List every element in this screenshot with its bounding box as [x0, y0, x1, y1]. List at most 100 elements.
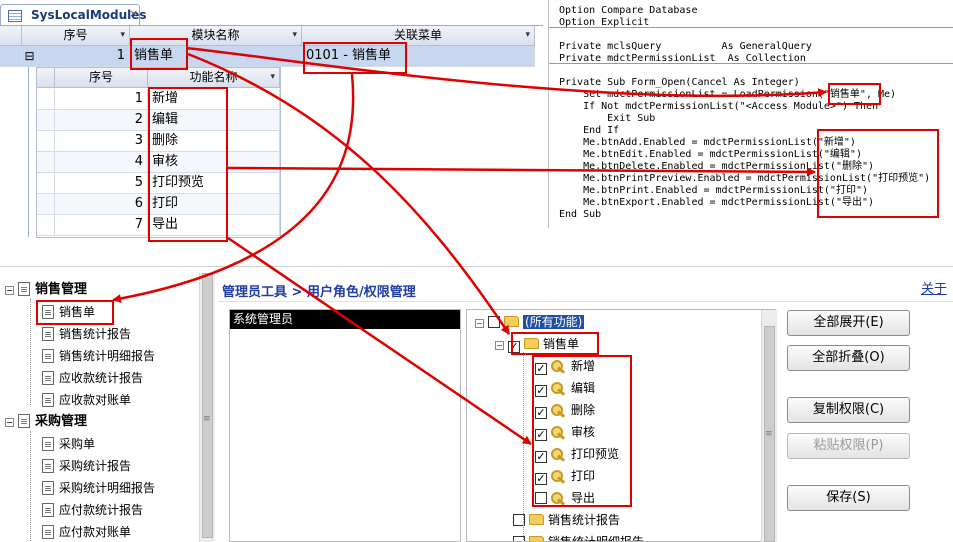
close-link[interactable]: 关于 — [921, 278, 947, 297]
sub-row-selector[interactable] — [37, 110, 55, 131]
nav-item[interactable]: 采购单 — [42, 434, 95, 454]
role-item-selected[interactable]: 系统管理员 — [230, 310, 460, 329]
chevron-down-icon[interactable]: ▾ — [292, 26, 297, 45]
nav-group[interactable]: − 销售管理 — [5, 280, 87, 300]
nav-item-label: 销售统计报告 — [59, 327, 132, 341]
code-line[interactable]: Private mclsQuery As GeneralQuery — [559, 41, 812, 53]
code-line[interactable]: Option Explicit — [559, 17, 649, 29]
code-line[interactable]: End If — [559, 125, 619, 137]
nav-item[interactable]: 应收款对账单 — [42, 390, 131, 410]
nav-item[interactable]: 采购统计报告 — [42, 456, 131, 476]
annotation-box-nav-item — [36, 300, 114, 325]
role-list[interactable]: 系统管理员 — [229, 309, 461, 542]
nav-group[interactable]: − 采购管理 — [5, 412, 87, 432]
annotation-box-menu — [303, 42, 407, 74]
sub-row-seq[interactable]: 3 — [55, 131, 148, 152]
nav-item[interactable]: 应付款统计报告 — [42, 500, 143, 520]
sub-col-header-seq[interactable]: 序号 — [55, 68, 148, 88]
sub-row-seq[interactable]: 2 — [55, 110, 148, 131]
close-icon[interactable]: × — [129, 7, 138, 20]
sub-row-selector[interactable] — [37, 152, 55, 173]
save-button[interactable]: 保存(S) — [787, 485, 910, 511]
sub-row-seq[interactable]: 6 — [55, 194, 148, 215]
permission-screen: − 销售管理 销售单 销售统计报告 销售统计明细报告 应收款统计报告 应收款对账单 − 采购管理… — [0, 266, 953, 542]
nav-item[interactable]: 应收款统计报告 — [42, 368, 143, 388]
main-row-seq[interactable]: 1 — [38, 46, 130, 67]
code-line[interactable]: Exit Sub — [559, 113, 655, 125]
nav-item[interactable]: 采购统计明细报告 — [42, 478, 155, 498]
sub-row-selector[interactable] — [37, 215, 55, 236]
nav-item[interactable]: 销售统计报告 — [42, 324, 131, 344]
nav-tree-scrollbar[interactable]: ≡ — [199, 273, 215, 542]
collapse-icon[interactable]: − — [5, 286, 14, 295]
document-icon — [42, 525, 54, 539]
vba-code-editor: Option Compare Database Option Explicit Pr… — [548, 0, 953, 228]
checkbox[interactable] — [488, 316, 500, 328]
document-icon — [42, 371, 54, 385]
annotation-box-functions — [148, 87, 228, 242]
sub-row-seq[interactable]: 1 — [55, 89, 148, 110]
folder-icon — [529, 514, 544, 525]
annotation-box-code-module — [828, 83, 881, 105]
sub-row-selector[interactable] — [37, 173, 55, 194]
sub-row-selector[interactable] — [37, 89, 55, 110]
col-header-module-label: 模块名称 — [191, 28, 240, 42]
code-line[interactable]: Option Compare Database — [559, 5, 697, 17]
collapse-icon[interactable]: − — [5, 418, 14, 427]
table-icon — [8, 10, 22, 22]
sub-col-header-seq-label: 序号 — [88, 70, 113, 84]
tree-connector — [30, 431, 31, 541]
code-line[interactable]: Private mdctPermissionList As Collection — [559, 53, 806, 65]
collapse-icon[interactable]: − — [475, 319, 484, 328]
document-icon — [18, 414, 30, 428]
sub-row-selector[interactable] — [37, 131, 55, 152]
tree-module[interactable]: 销售统计报告 — [513, 510, 620, 530]
sub-col-header-name-label: 功能名称 — [189, 70, 238, 84]
select-all-corner[interactable] — [0, 26, 22, 46]
code-line[interactable]: End Sub — [559, 209, 601, 221]
nav-item-label: 采购单 — [59, 437, 96, 451]
chevron-down-icon[interactable]: ▾ — [525, 26, 530, 45]
document-icon — [42, 327, 54, 341]
access-datasheet: SysLocalModules × 序号 ▾ 模块名称 ▾ 关联菜单 ▾ ⊟ 1… — [0, 0, 543, 242]
nav-tree-scroll-thumb[interactable] — [202, 273, 213, 538]
collapse-all-button[interactable]: 全部折叠(O) — [787, 345, 910, 371]
collapse-icon[interactable]: − — [495, 341, 504, 350]
table-tab[interactable]: SysLocalModules × — [0, 4, 147, 26]
nav-item[interactable]: 销售统计明细报告 — [42, 346, 155, 366]
sub-col-header-name[interactable]: 功能名称 ▾ — [148, 68, 280, 88]
sub-row-seq[interactable]: 7 — [55, 215, 148, 236]
sub-row-seq[interactable]: 5 — [55, 173, 148, 194]
folder-icon — [504, 316, 519, 327]
nav-group-label: 采购管理 — [35, 414, 88, 429]
nav-item[interactable]: 应付款对账单 — [42, 522, 131, 542]
permission-tree-scrollbar[interactable]: ≡ — [761, 310, 777, 542]
nav-item-label: 应收款统计报告 — [59, 371, 144, 385]
sub-row-seq[interactable]: 4 — [55, 152, 148, 173]
annotation-box-module — [130, 38, 188, 70]
document-icon — [42, 503, 54, 517]
chevron-down-icon[interactable]: ▾ — [270, 68, 275, 87]
tree-connector — [30, 299, 31, 405]
document-icon — [18, 282, 30, 296]
annotation-box-tree-functions — [532, 355, 632, 507]
content-header: 管理员工具 > 用户角色/权限管理 关于 — [218, 278, 953, 302]
code-line[interactable]: Private Sub Form_Open(Cancel As Integer) — [559, 77, 800, 89]
nav-item-label: 应付款对账单 — [59, 525, 132, 539]
sub-select-all[interactable] — [37, 68, 55, 88]
nav-item-label: 采购统计报告 — [59, 459, 132, 473]
document-icon — [42, 481, 54, 495]
expand-all-button[interactable]: 全部展开(E) — [787, 310, 910, 336]
document-icon — [42, 437, 54, 451]
sub-row-selector[interactable] — [37, 194, 55, 215]
row-selector[interactable] — [0, 46, 22, 67]
tree-root[interactable]: − (所有功能) — [475, 312, 585, 332]
col-header-seq[interactable]: 序号 ▾ — [22, 26, 130, 46]
paste-permission-button[interactable]: 粘贴权限(P) — [787, 433, 910, 459]
copy-permission-button[interactable]: 复制权限(C) — [787, 397, 910, 423]
sort-icon[interactable]: ▾ — [120, 26, 125, 45]
nav-item-label: 应收款对账单 — [59, 393, 132, 407]
code-line[interactable]: Me.btnAdd.Enabled = mdctPermissionList("… — [559, 137, 856, 149]
tree-module-label: 销售统计报告 — [548, 513, 621, 527]
subdatasheet-collapse-icon[interactable]: ⊟ — [22, 46, 38, 67]
